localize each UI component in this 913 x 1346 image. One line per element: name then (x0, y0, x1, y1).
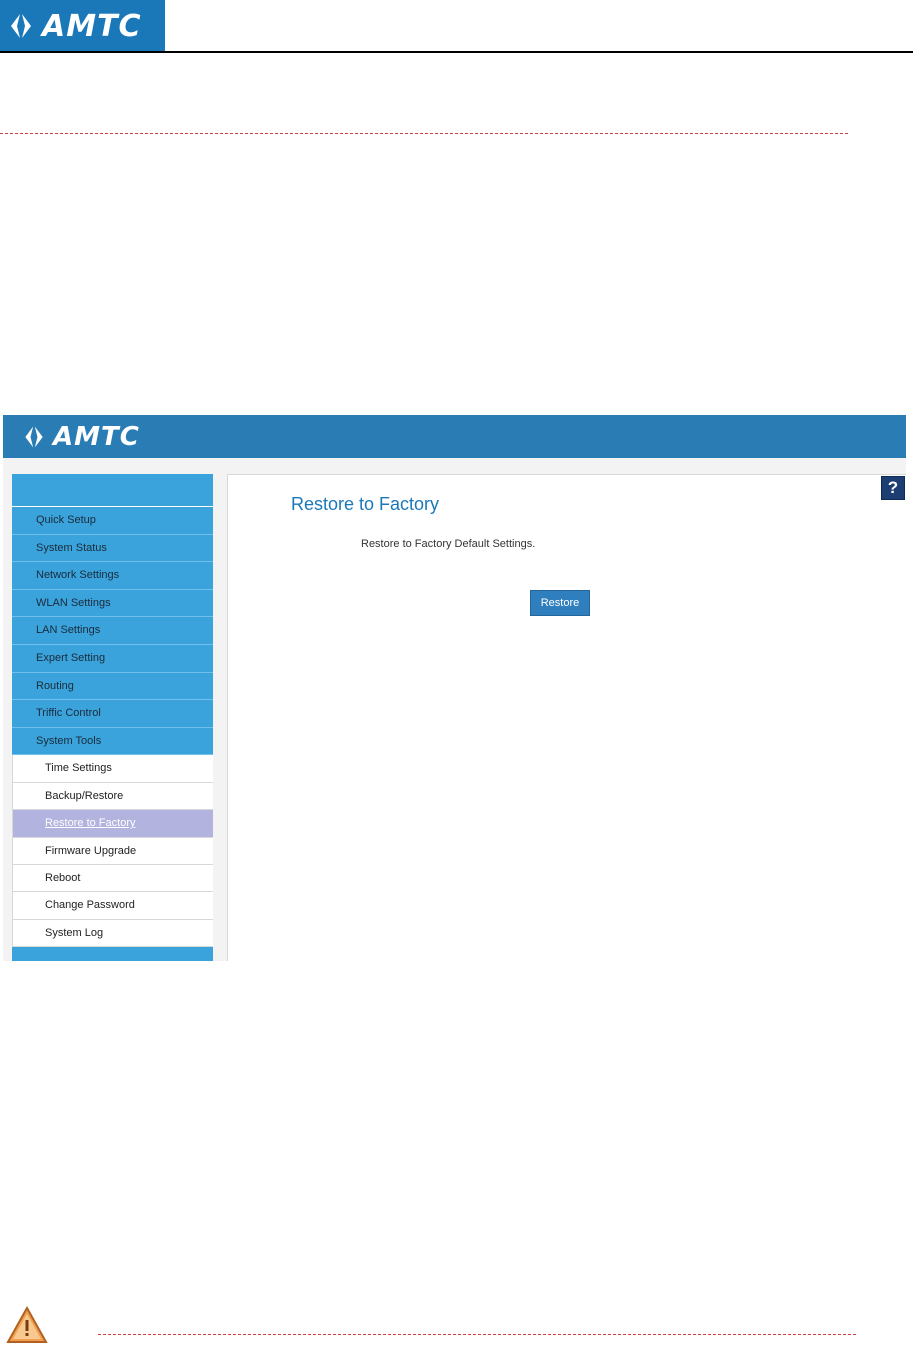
sidebar-subitem-system-log[interactable]: System Log (12, 919, 213, 948)
sidebar-item-lan-settings[interactable]: LAN Settings (12, 617, 213, 645)
sidebar-footer (12, 947, 213, 961)
bottom-dashed-divider (98, 1334, 856, 1335)
sidebar: Quick Setup System Status Network Settin… (12, 474, 213, 961)
app-header: AMTC (3, 415, 906, 458)
sidebar-item-quick-setup[interactable]: Quick Setup (12, 507, 213, 535)
sidebar-item-traffic-control[interactable]: Triffic Control (12, 700, 213, 728)
sidebar-header (12, 474, 213, 507)
sidebar-item-wlan-settings[interactable]: WLAN Settings (12, 589, 213, 618)
app-logo-text: AMTC (53, 421, 140, 452)
page-title: Restore to Factory (291, 494, 440, 514)
sidebar-item-network-settings[interactable]: Network Settings (12, 562, 213, 590)
sidebar-subitem-time-settings[interactable]: Time Settings (12, 755, 213, 783)
sidebar-item-routing[interactable]: Routing (12, 672, 213, 701)
page-description: Restore to Factory Default Settings. (361, 538, 536, 550)
document-logo-text: AMTC (42, 8, 142, 44)
document-logo: AMTC (0, 0, 165, 52)
top-dashed-divider (0, 133, 848, 134)
sidebar-item-expert-setting[interactable]: Expert Setting (12, 644, 213, 673)
sidebar-subitem-restore-to-factory[interactable]: Restore to Factory (12, 810, 213, 838)
sidebar-item-system-tools[interactable]: System Tools (12, 727, 213, 756)
sidebar-subitem-backup-restore[interactable]: Backup/Restore (12, 782, 213, 811)
header-rule (0, 51, 913, 53)
sidebar-item-system-status[interactable]: System Status (12, 534, 213, 563)
warning-icon (6, 1306, 48, 1343)
amtc-logo-icon (11, 14, 31, 38)
help-icon[interactable]: ? (881, 476, 905, 500)
router-ui-screenshot: AMTC Quick Setup System Status Network S… (3, 415, 906, 961)
amtc-logo-icon (25, 426, 43, 447)
sidebar-subitem-change-password[interactable]: Change Password (12, 892, 213, 920)
restore-button[interactable]: Restore (530, 590, 590, 616)
sidebar-subitem-firmware-upgrade[interactable]: Firmware Upgrade (12, 837, 213, 865)
sidebar-subitem-reboot[interactable]: Reboot (12, 864, 213, 893)
main-content: Restore to Factory Restore to Factory De… (227, 474, 906, 961)
